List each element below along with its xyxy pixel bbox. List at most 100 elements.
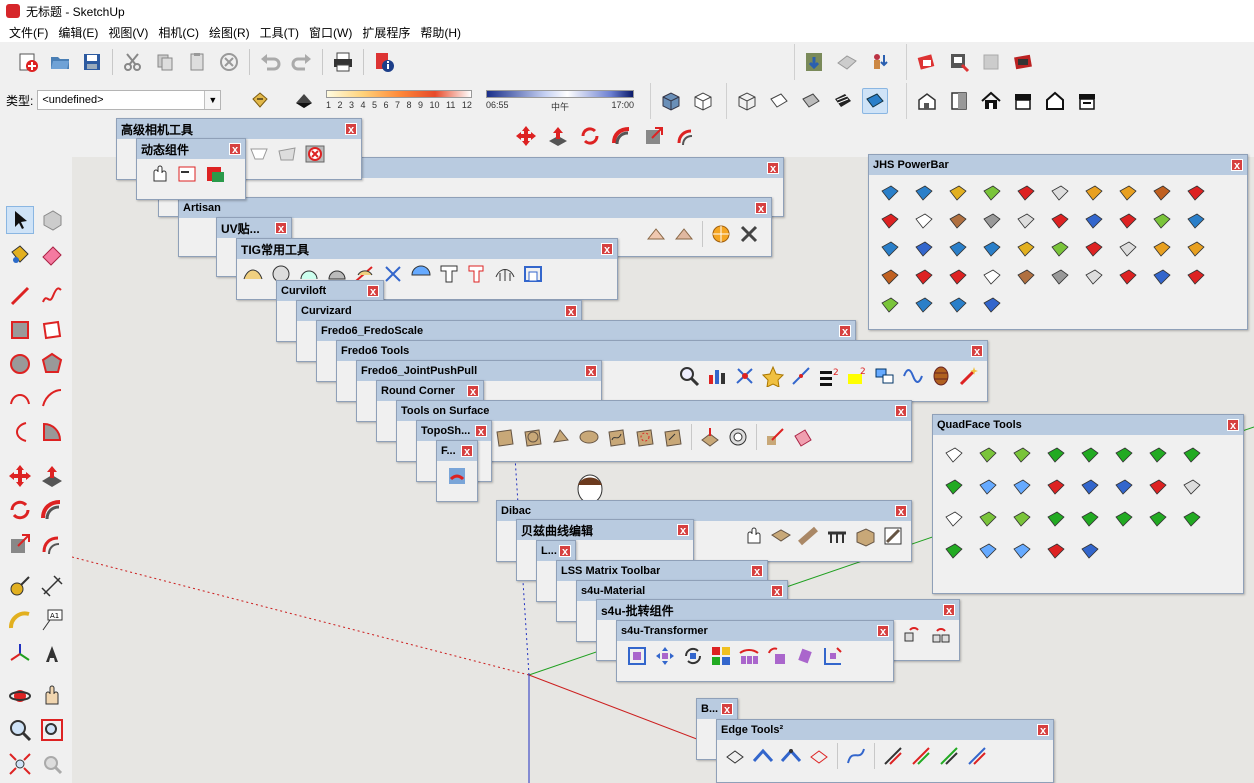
tos-freehand-icon[interactable] — [605, 425, 629, 449]
s4u-align-icon[interactable] — [821, 644, 845, 668]
close-icon[interactable]: x — [345, 123, 357, 135]
close-icon[interactable]: x — [943, 604, 955, 616]
shaded-textures-icon[interactable] — [862, 88, 888, 114]
paste-icon[interactable] — [184, 49, 210, 75]
tos-line-icon[interactable] — [493, 425, 517, 449]
offset-icon[interactable] — [673, 123, 699, 149]
dibac-railing-icon[interactable] — [825, 524, 849, 548]
jhs-colors-icon[interactable] — [1150, 237, 1174, 261]
menu-tools[interactable]: 工具(T) — [255, 24, 304, 41]
menu-edit[interactable]: 编辑(E) — [53, 24, 103, 41]
jhs-cube-icon[interactable] — [1014, 265, 1038, 289]
qf-plane-icon[interactable] — [1146, 507, 1170, 531]
close-icon[interactable]: x — [559, 545, 571, 557]
follow-me-icon[interactable] — [609, 123, 635, 149]
qf-monkey-icon[interactable] — [976, 507, 1000, 531]
dibac-window-icon[interactable] — [769, 524, 793, 548]
jhs-drop-icon[interactable] — [912, 237, 936, 261]
tos-polygon-icon[interactable] — [549, 425, 573, 449]
edge-peak-icon[interactable] — [779, 744, 803, 768]
house-side-icon[interactable] — [946, 88, 972, 114]
jhs-tile-icon[interactable] — [1150, 265, 1174, 289]
menu-window[interactable]: 窗口(W) — [304, 24, 357, 41]
jhs-refresh-icon[interactable] — [878, 265, 902, 289]
dibac-stairs-icon[interactable] — [797, 524, 821, 548]
tig-t-icon[interactable] — [437, 262, 461, 286]
scale-icon[interactable] — [641, 123, 667, 149]
jhs-nodes2-icon[interactable] — [1082, 209, 1106, 233]
qf-pencil-icon[interactable] — [1044, 539, 1068, 563]
house-front-icon[interactable] — [914, 88, 940, 114]
jhs-cross-red-icon[interactable] — [1116, 209, 1140, 233]
layout-export-icon[interactable] — [946, 49, 972, 75]
menu-file[interactable]: 文件(F) — [4, 24, 53, 41]
push-pull-icon[interactable] — [545, 123, 571, 149]
zoom-extents-icon[interactable] — [6, 750, 34, 778]
paint-bucket-icon[interactable] — [6, 240, 34, 268]
s4u-linear-icon[interactable] — [737, 644, 761, 668]
close-icon[interactable]: x — [751, 565, 763, 577]
circle-icon[interactable] — [6, 350, 34, 378]
component-attributes-icon[interactable] — [203, 162, 227, 186]
close-icon[interactable]: x — [771, 585, 783, 597]
tos-offset-icon[interactable] — [661, 425, 685, 449]
jhs-move-icon[interactable] — [1048, 237, 1072, 261]
jhs-tile3-icon[interactable] — [878, 293, 902, 317]
tape-measure-icon[interactable] — [6, 572, 34, 600]
qf-quad3-icon[interactable] — [1044, 475, 1068, 499]
qf-connect-icon[interactable] — [1078, 507, 1102, 531]
qf-ring-sub-icon[interactable] — [1112, 443, 1136, 467]
edge-clean-icon[interactable] — [723, 744, 747, 768]
line-pencil-icon[interactable] — [6, 282, 34, 310]
tig-surface-icon[interactable] — [241, 262, 265, 286]
camera-lock-icon[interactable] — [275, 142, 299, 166]
fredo-line-icon[interactable] — [789, 364, 813, 388]
fredo-vertex-icon[interactable] — [733, 364, 757, 388]
get-models-icon[interactable] — [802, 49, 828, 75]
qf-shrink-icon[interactable] — [1010, 443, 1034, 467]
s4u-step-icon[interactable] — [765, 644, 789, 668]
close-icon[interactable]: x — [677, 524, 689, 536]
jhs-corner-icon[interactable] — [1014, 209, 1038, 233]
artisan-smooth-icon[interactable] — [672, 222, 696, 246]
qf-edge-icon[interactable] — [942, 539, 966, 563]
open-folder-icon[interactable] — [47, 49, 73, 75]
edge-roof-icon[interactable] — [751, 744, 775, 768]
arc-icon[interactable] — [6, 384, 34, 412]
jhs-stamp-icon[interactable] — [946, 265, 970, 289]
qf-quad-icon[interactable] — [976, 475, 1000, 499]
cut-icon[interactable] — [120, 49, 146, 75]
s4u-rotate-icon[interactable] — [681, 644, 705, 668]
fredo-barrel-icon[interactable] — [929, 364, 953, 388]
dibac-edit-icon[interactable] — [881, 524, 905, 548]
component-options-icon[interactable] — [247, 87, 273, 113]
wireframe-icon[interactable] — [766, 88, 792, 114]
qf-box2-icon[interactable] — [1112, 475, 1136, 499]
component-options-dc-icon[interactable] — [175, 162, 199, 186]
copy-icon[interactable] — [152, 49, 178, 75]
shadow-date-slider[interactable]: 1 2 3 4 5 6 7 8 9 10 11 12 — [326, 90, 472, 112]
layout-send-icon[interactable] — [1010, 49, 1036, 75]
qf-grid2-icon[interactable] — [1180, 475, 1204, 499]
jhs-box-icon[interactable] — [946, 209, 970, 233]
jhs-cluster-icon[interactable] — [980, 265, 1004, 289]
dimension-icon[interactable] — [38, 572, 66, 600]
close-icon[interactable]: x — [1227, 419, 1239, 431]
jhs-points-icon[interactable] — [946, 293, 970, 317]
close-icon[interactable]: x — [275, 222, 287, 234]
menu-camera[interactable]: 相机(C) — [153, 24, 204, 41]
pan-hand-icon[interactable] — [38, 682, 66, 710]
share-model-icon[interactable] — [834, 49, 860, 75]
qf-grow-icon[interactable] — [976, 443, 1000, 467]
jhs-ring-icon[interactable] — [1014, 237, 1038, 261]
jhs-cube-blue-icon[interactable] — [878, 181, 902, 205]
freehand-icon[interactable] — [38, 282, 66, 310]
menu-draw[interactable]: 绘图(R) — [204, 24, 255, 41]
qf-select-icon[interactable] — [942, 443, 966, 467]
close-icon[interactable]: x — [721, 703, 733, 715]
close-icon[interactable]: x — [877, 625, 889, 637]
jhs-cone-icon[interactable] — [980, 237, 1004, 261]
jhs-plane-green-icon[interactable] — [980, 181, 1004, 205]
tos-pink-icon[interactable] — [791, 425, 815, 449]
edge-z-icon[interactable] — [965, 744, 989, 768]
